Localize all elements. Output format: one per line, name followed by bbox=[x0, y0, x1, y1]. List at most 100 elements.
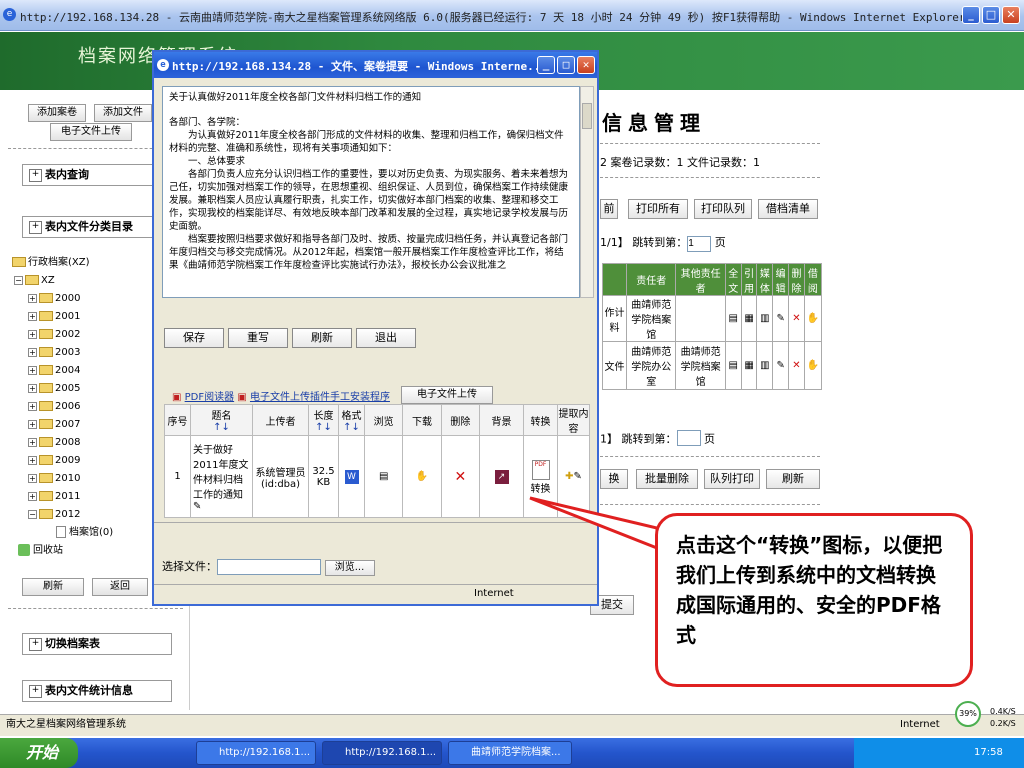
col-header: 责任者 bbox=[625, 263, 677, 296]
pdf-convert-icon[interactable]: PDF bbox=[531, 460, 550, 480]
doc-heading: 一、总体要求 bbox=[188, 156, 246, 167]
expand-icon[interactable]: + bbox=[28, 473, 37, 483]
collapse-icon[interactable]: − bbox=[14, 275, 23, 285]
back-button[interactable]: 返回 bbox=[92, 578, 148, 596]
borrow-icon[interactable]: ✋ bbox=[803, 341, 823, 390]
scroll-thumb[interactable] bbox=[582, 103, 592, 129]
expand-icon[interactable]: + bbox=[28, 401, 37, 411]
system-tray: 17:58 bbox=[854, 738, 1024, 768]
edit-icon[interactable]: ✎ bbox=[193, 501, 201, 512]
col-header[interactable]: 题名 ↑↓ bbox=[190, 404, 253, 436]
file-title: 关于做好2011年度文件材料归档工作的通知 ✎ bbox=[190, 435, 253, 518]
expand-icon[interactable]: + bbox=[28, 437, 37, 447]
sort-icon[interactable]: ↑↓ bbox=[213, 422, 230, 433]
media-icon[interactable]: ▥ bbox=[756, 341, 774, 390]
main-refresh-button[interactable]: 刷新 bbox=[766, 469, 820, 489]
expand-icon[interactable]: − bbox=[28, 509, 37, 519]
col-header: 全文 bbox=[724, 263, 742, 296]
start-button[interactable]: 开始 bbox=[0, 738, 78, 768]
document-icon bbox=[56, 526, 66, 538]
fulltext-icon[interactable]: ▤ bbox=[724, 341, 742, 390]
cell: 曲靖师范学院办公室 bbox=[625, 341, 677, 390]
edit-icon[interactable]: ✎ bbox=[772, 341, 790, 390]
ref-icon[interactable]: ▦ bbox=[740, 341, 758, 390]
ref-icon[interactable]: ▦ bbox=[740, 295, 758, 342]
prev-button[interactable]: 前 bbox=[600, 199, 618, 219]
upload-file-button[interactable]: 电子文件上传 bbox=[50, 123, 132, 141]
queue-print-button[interactable]: 队列打印 bbox=[704, 469, 760, 489]
file-size: 32.5 KB bbox=[308, 435, 339, 518]
expand-icon[interactable]: + bbox=[28, 419, 37, 429]
expand-icon[interactable]: + bbox=[28, 383, 37, 393]
expand-icon[interactable]: + bbox=[28, 311, 37, 321]
expand-icon[interactable]: + bbox=[28, 491, 37, 501]
table-row[interactable]: 文件 曲靖师范学院办公室 曲靖师范学院档案馆 ▤ ▦ ▥ ✎ ✕ ✋ bbox=[602, 341, 823, 390]
col-header: 删除 bbox=[788, 263, 805, 296]
sort-icon[interactable]: ↑↓ bbox=[315, 422, 332, 433]
background-icon[interactable]: ↗ bbox=[479, 435, 524, 518]
add-file-button[interactable]: 添加文件 bbox=[94, 104, 152, 122]
expand-icon[interactable]: + bbox=[28, 329, 37, 339]
taskbar-item-active[interactable]: http://192.168.1... bbox=[322, 741, 442, 765]
batch-delete-button[interactable]: 批量删除 bbox=[636, 469, 698, 489]
exit-button[interactable]: 退出 bbox=[356, 328, 416, 348]
section-catalog[interactable]: 表内文件分类目录 bbox=[22, 216, 172, 238]
row-number: 1 bbox=[164, 435, 191, 518]
popup-refresh-button[interactable]: 刷新 bbox=[292, 328, 352, 348]
browse-icon[interactable]: ▤ bbox=[363, 435, 404, 518]
edit-icon[interactable]: ✎ bbox=[772, 295, 790, 342]
borrow-list-button[interactable]: 借档清单 bbox=[758, 199, 818, 219]
download-icon[interactable]: ✋ bbox=[402, 435, 442, 518]
col-header: 借阅 bbox=[803, 263, 823, 296]
section-query[interactable]: 表内查询 bbox=[22, 164, 172, 186]
expand-icon[interactable]: + bbox=[28, 347, 37, 357]
close-button[interactable]: ✕ bbox=[1002, 6, 1020, 24]
plugin-install-link[interactable]: 电子文件上传插件手工安装程序 bbox=[250, 392, 390, 403]
browse-button[interactable]: 浏览... bbox=[324, 560, 375, 576]
delete-icon[interactable]: ✕ bbox=[788, 295, 805, 342]
section-switch-table[interactable]: 切换档案表 bbox=[22, 633, 172, 655]
minimize-button[interactable]: _ bbox=[962, 6, 980, 24]
popup-maximize-button[interactable]: □ bbox=[557, 56, 575, 74]
page-input-bottom[interactable] bbox=[676, 430, 701, 446]
upload-button[interactable]: 电子文件上传 bbox=[401, 386, 493, 404]
add-icon[interactable]: ✚ bbox=[565, 471, 573, 482]
fulltext-icon[interactable]: ▤ bbox=[724, 295, 742, 342]
document-preview[interactable]: 关于认真做好2011年度全校各部门文件材料归档工作的通知 各部门、各学院： 为认… bbox=[162, 86, 580, 298]
folder-icon bbox=[39, 293, 53, 303]
folder-icon bbox=[39, 491, 53, 501]
delete-icon[interactable]: ✕ bbox=[440, 435, 481, 518]
reset-button[interactable]: 重写 bbox=[228, 328, 288, 348]
maximize-button[interactable]: □ bbox=[982, 6, 1000, 24]
file-select-row: 选择文件： 浏览... bbox=[162, 558, 375, 576]
table-row[interactable]: 作计料 曲靖师范学院档案馆 ▤ ▦ ▥ ✎ ✕ ✋ bbox=[602, 295, 823, 342]
zone-label: Internet bbox=[900, 719, 940, 730]
sort-icon[interactable]: ↑↓ bbox=[343, 422, 360, 433]
expand-icon[interactable]: + bbox=[28, 365, 37, 375]
delete-icon[interactable]: ✕ bbox=[788, 341, 805, 390]
switch-button[interactable]: 换 bbox=[600, 469, 628, 489]
expand-icon[interactable]: + bbox=[28, 455, 37, 465]
pointer-arrow bbox=[529, 496, 659, 550]
col-header[interactable]: 格式 ↑↓ bbox=[338, 404, 365, 436]
add-case-button[interactable]: 添加案卷 bbox=[28, 104, 86, 122]
media-icon[interactable]: ▥ bbox=[756, 295, 774, 342]
doc-scrollbar[interactable] bbox=[580, 86, 594, 298]
edit-icon[interactable]: ✎ bbox=[574, 471, 582, 482]
file-path-input[interactable] bbox=[217, 559, 321, 575]
save-button[interactable]: 保存 bbox=[164, 328, 224, 348]
popup-minimize-button[interactable]: _ bbox=[537, 56, 555, 74]
taskbar-item[interactable]: http://192.168.1... bbox=[196, 741, 316, 765]
taskbar-item[interactable]: 曲靖师范学院档案... bbox=[448, 741, 572, 765]
section-stats[interactable]: 表内文件统计信息 bbox=[22, 680, 172, 702]
page-input[interactable] bbox=[687, 235, 712, 252]
col-header[interactable]: 长度 ↑↓ bbox=[308, 404, 339, 436]
pdf-reader-link[interactable]: PDF阅读器 bbox=[185, 392, 234, 403]
expand-icon[interactable]: + bbox=[28, 293, 37, 303]
print-queue-button[interactable]: 打印队列 bbox=[694, 199, 752, 219]
callout-box: 点击这个“转换”图标，以便把我们上传到系统中的文档转换成国际通用的、安全的PDF… bbox=[655, 513, 973, 687]
print-all-button[interactable]: 打印所有 bbox=[628, 199, 688, 219]
refresh-button[interactable]: 刷新 bbox=[22, 578, 84, 596]
popup-close-button[interactable]: ✕ bbox=[577, 56, 595, 74]
borrow-icon[interactable]: ✋ bbox=[803, 295, 823, 342]
